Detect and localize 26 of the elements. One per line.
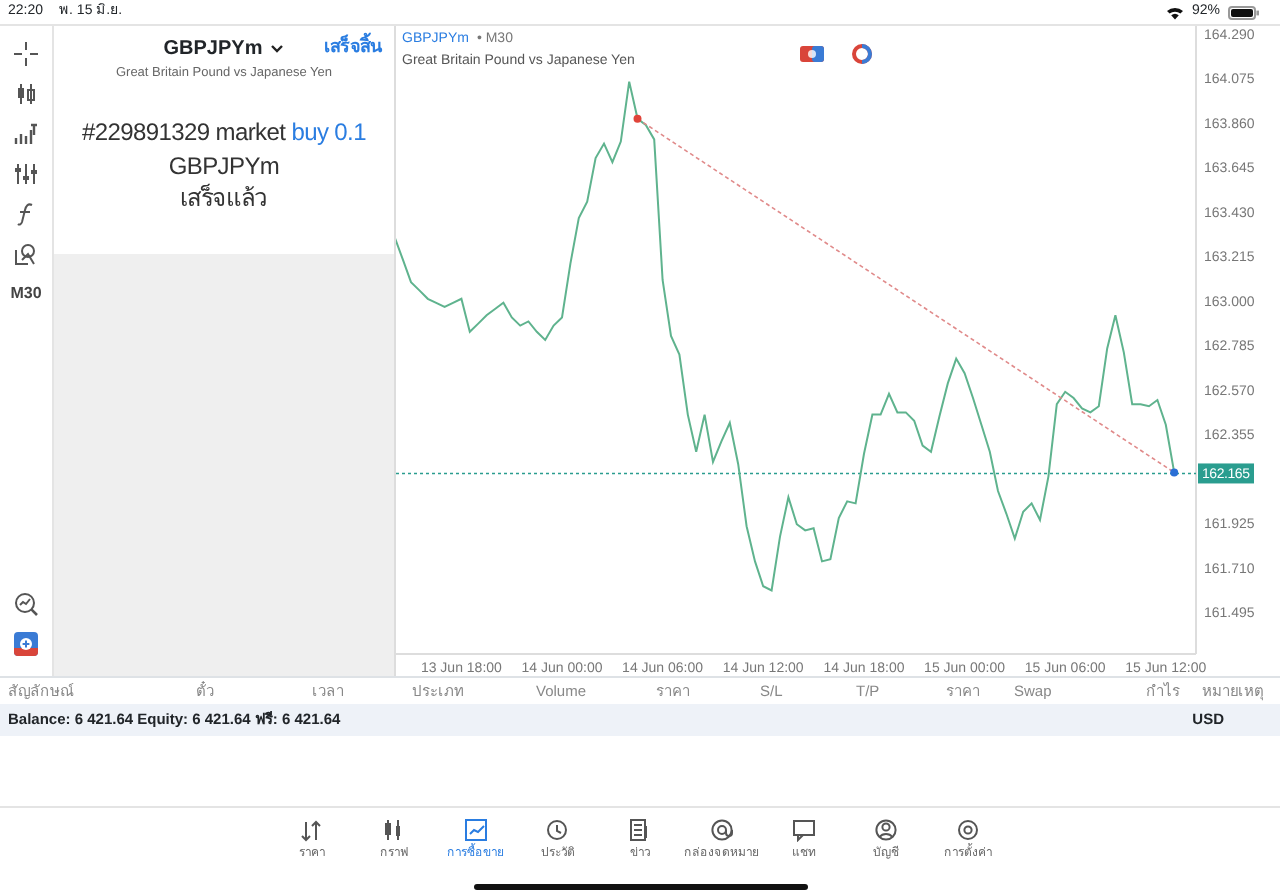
line-chart-icon [464, 817, 488, 841]
sliders-icon[interactable] [14, 162, 38, 186]
user-icon [874, 817, 898, 841]
chart-search-icon[interactable] [14, 592, 38, 616]
order-status: เสร็จแล้ว [178, 182, 270, 217]
symbol-selector[interactable]: GBPJPYm [163, 34, 285, 64]
crosshair-icon[interactable] [14, 42, 38, 66]
timeframe-button[interactable]: M30 [10, 282, 42, 306]
trade-icon[interactable] [14, 632, 38, 656]
objects-icon[interactable] [14, 242, 38, 266]
sort-arrows-icon [300, 817, 324, 841]
chat-icon [792, 817, 816, 841]
function-icon[interactable] [14, 202, 38, 226]
order-symbol: GBPJPYm [166, 149, 282, 183]
chevron-down-icon [270, 44, 285, 54]
indicators-icon[interactable] [14, 122, 38, 146]
candlestick-icon[interactable] [14, 82, 38, 106]
wifi-icon [1165, 5, 1184, 19]
one-click-trading-icon[interactable] [800, 46, 824, 62]
at-sign-icon [710, 817, 734, 841]
trade-level-icon[interactable] [852, 44, 872, 64]
news-icon [628, 817, 652, 841]
battery-icon [1228, 5, 1260, 19]
candlestick-icon [382, 817, 406, 841]
order-message: #229891329 market buy 0.1 [82, 115, 366, 150]
history-icon [546, 817, 570, 841]
